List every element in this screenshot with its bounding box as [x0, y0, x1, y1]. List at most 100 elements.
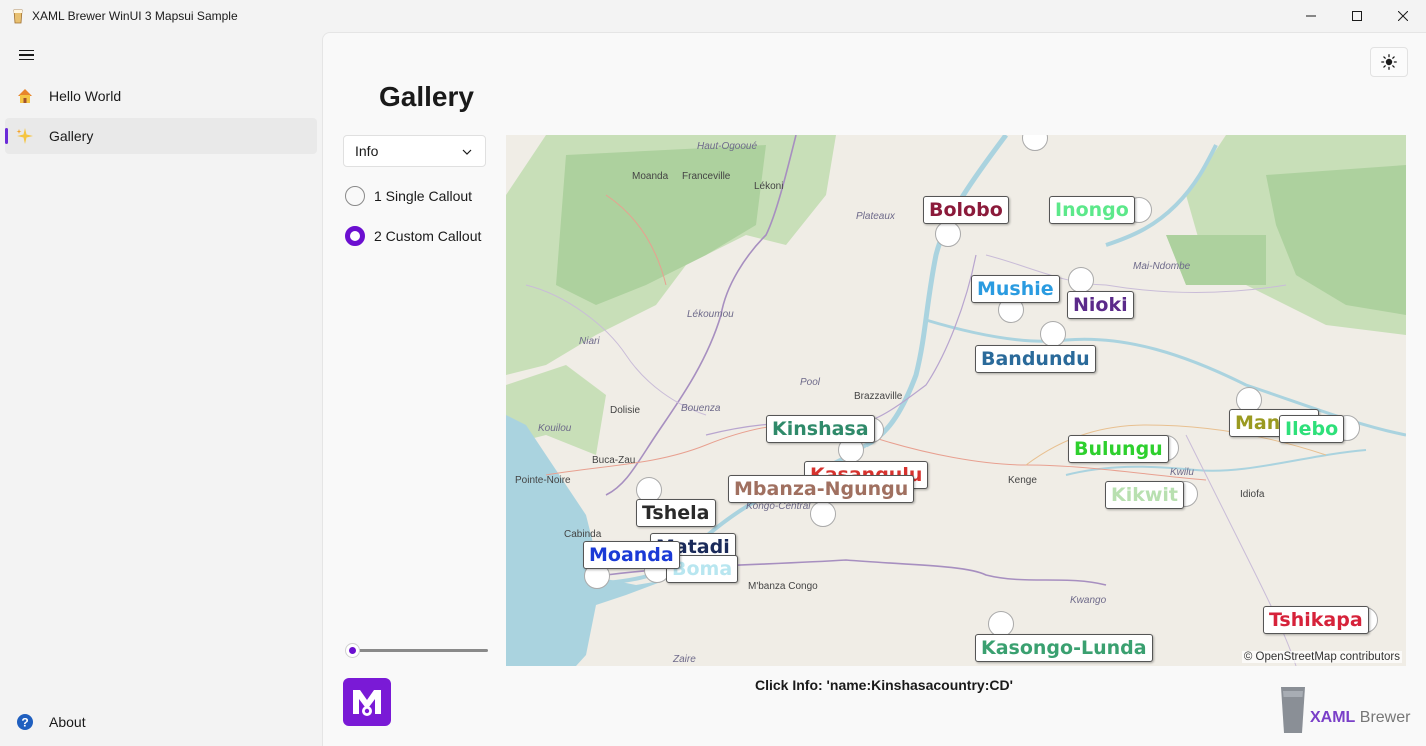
nav-item-label: About [49, 714, 86, 730]
map-place-label: Dolisie [610, 405, 641, 416]
house-icon [18, 89, 32, 103]
help-icon: ? [17, 714, 33, 730]
callout-bolobo[interactable]: Bolobo [923, 196, 1009, 224]
callout-inongo[interactable]: Inongo [1049, 196, 1135, 224]
radio-circle-checked [345, 226, 365, 246]
map-place-label: Idiofa [1240, 489, 1265, 500]
map-place-label: Haut-Ogooué [697, 141, 758, 152]
map-place-label: Zaire [673, 654, 696, 665]
map-place-label: Kwango [1070, 595, 1107, 606]
map-pin[interactable] [1040, 321, 1066, 347]
callout-bulungu[interactable]: Bulungu [1068, 435, 1169, 463]
map-place-label: Kouilou [538, 423, 572, 434]
map-place-label: Buca-Zau [592, 455, 636, 466]
minimize-icon [1306, 15, 1316, 17]
brand-text: XAML Brewer [1310, 709, 1410, 727]
callout-kasongo-lunda[interactable]: Kasongo-Lunda [975, 634, 1153, 662]
callout-label: Kinshasa [772, 418, 869, 440]
navigation-pane: Hello World Gallery ? About [0, 32, 322, 746]
map-place-label: Moanda [632, 171, 669, 182]
map-pin[interactable] [935, 221, 961, 247]
callout-label: Ilebo [1285, 418, 1339, 440]
callout-style-dropdown[interactable]: Info [343, 135, 486, 167]
nav-item-label: Gallery [49, 128, 94, 144]
callout-tshela[interactable]: Tshela [636, 499, 716, 527]
brand-xaml: XAML [1310, 709, 1356, 726]
close-button[interactable] [1380, 0, 1426, 32]
mapsui-logo [343, 678, 391, 726]
radio-label: 2 Custom Callout [374, 228, 482, 244]
callout-kinshasa[interactable]: Kinshasa [766, 415, 875, 443]
slider-track [357, 649, 488, 652]
maximize-icon [1352, 11, 1362, 21]
radio-single-callout[interactable]: 1 Single Callout [345, 185, 472, 207]
callout-tshikapa[interactable]: Tshikapa [1263, 606, 1369, 634]
callout-moanda[interactable]: Moanda [583, 541, 680, 569]
map-pin[interactable] [1068, 267, 1094, 293]
content-area: Gallery Info 1 Single Callout 2 Custom C… [322, 32, 1426, 746]
sun-icon [1381, 54, 1397, 70]
callout-label: Tshela [642, 502, 710, 524]
map-place-label: Niari [579, 336, 600, 347]
minimize-button[interactable] [1288, 0, 1334, 32]
map-place-label: Franceville [682, 171, 731, 182]
hamburger-icon [18, 49, 34, 52]
callout-label: Kasongo-Lunda [981, 637, 1147, 659]
mapsui-logo-icon [353, 690, 381, 716]
map-place-label: Plateaux [856, 211, 895, 222]
map-place-label: Bouenza [681, 403, 721, 414]
page-title: Gallery [379, 81, 474, 112]
maximize-button[interactable] [1334, 0, 1380, 32]
zoom-slider[interactable] [345, 641, 488, 661]
brand-brewer: Brewer [1355, 709, 1411, 726]
callout-ilebo[interactable]: Ilebo [1279, 415, 1345, 443]
menu-toggle-button[interactable] [10, 42, 42, 68]
map-place-label: Pointe-Noire [515, 475, 571, 486]
sparkle-icon [16, 128, 33, 144]
window-title: XAML Brewer WinUI 3 Mapsui Sample [32, 9, 238, 23]
radio-circle [345, 186, 365, 206]
nav-item-about[interactable]: ? About [5, 704, 317, 740]
radio-label: 1 Single Callout [374, 188, 473, 204]
chevron-down-icon [462, 149, 472, 155]
callout-label: Boma [672, 558, 733, 580]
callout-label: Mbanza-Ngungu [734, 478, 909, 500]
map-place-label: Kenge [1008, 475, 1037, 486]
nav-item-hello-world[interactable]: Hello World [5, 78, 317, 114]
callout-label: Tshikapa [1269, 609, 1363, 631]
map-place-label: Brazzaville [854, 391, 903, 402]
click-info-text: Click Info: 'name:Kinshasacountry:CD' [755, 677, 1013, 693]
callout-label: Bolobo [929, 199, 1003, 221]
close-icon [1398, 11, 1408, 21]
svg-text:?: ? [21, 716, 28, 730]
callout-mbanza-ngungu[interactable]: Mbanza-Ngungu [728, 475, 915, 503]
map-control[interactable]: Haut-Ogooué Moanda Franceville Lékoni Pl… [506, 135, 1406, 666]
callout-label: Nioki [1073, 294, 1128, 316]
callout-bandundu[interactable]: Bandundu [975, 345, 1096, 373]
theme-toggle-button[interactable] [1370, 47, 1408, 77]
map-place-label: Lékoumou [687, 309, 734, 320]
beer-glass-icon [1281, 687, 1305, 733]
callout-label: Inongo [1055, 199, 1129, 221]
callout-kikwit[interactable]: Kikwit [1105, 481, 1185, 509]
callout-label: Kikwit [1111, 484, 1179, 506]
map-place-label: Cabinda [564, 529, 602, 540]
nav-item-label: Hello World [49, 88, 122, 104]
title-bar: XAML Brewer WinUI 3 Mapsui Sample [0, 0, 1426, 32]
callout-mushie[interactable]: Mushie [971, 275, 1060, 303]
callout-label: Moanda [589, 544, 674, 566]
callout-nioki[interactable]: Nioki [1067, 291, 1134, 319]
selection-indicator [5, 128, 8, 144]
callout-label: Mushie [977, 278, 1054, 300]
dropdown-value: Info [355, 143, 379, 159]
map-pin[interactable] [810, 501, 836, 527]
map-place-label: Pool [800, 377, 821, 388]
nav-item-gallery[interactable]: Gallery [5, 118, 317, 154]
slider-thumb[interactable] [345, 643, 360, 658]
map-place-label: Mai-Ndombe [1133, 261, 1191, 272]
map-place-label: Lékoni [754, 181, 784, 192]
xaml-brewer-logo: XAML Brewer [1280, 683, 1420, 737]
map-attribution[interactable]: © OpenStreetMap contributors [1241, 651, 1402, 663]
radio-custom-callout[interactable]: 2 Custom Callout [345, 225, 481, 247]
callout-label: Bandundu [981, 348, 1090, 370]
